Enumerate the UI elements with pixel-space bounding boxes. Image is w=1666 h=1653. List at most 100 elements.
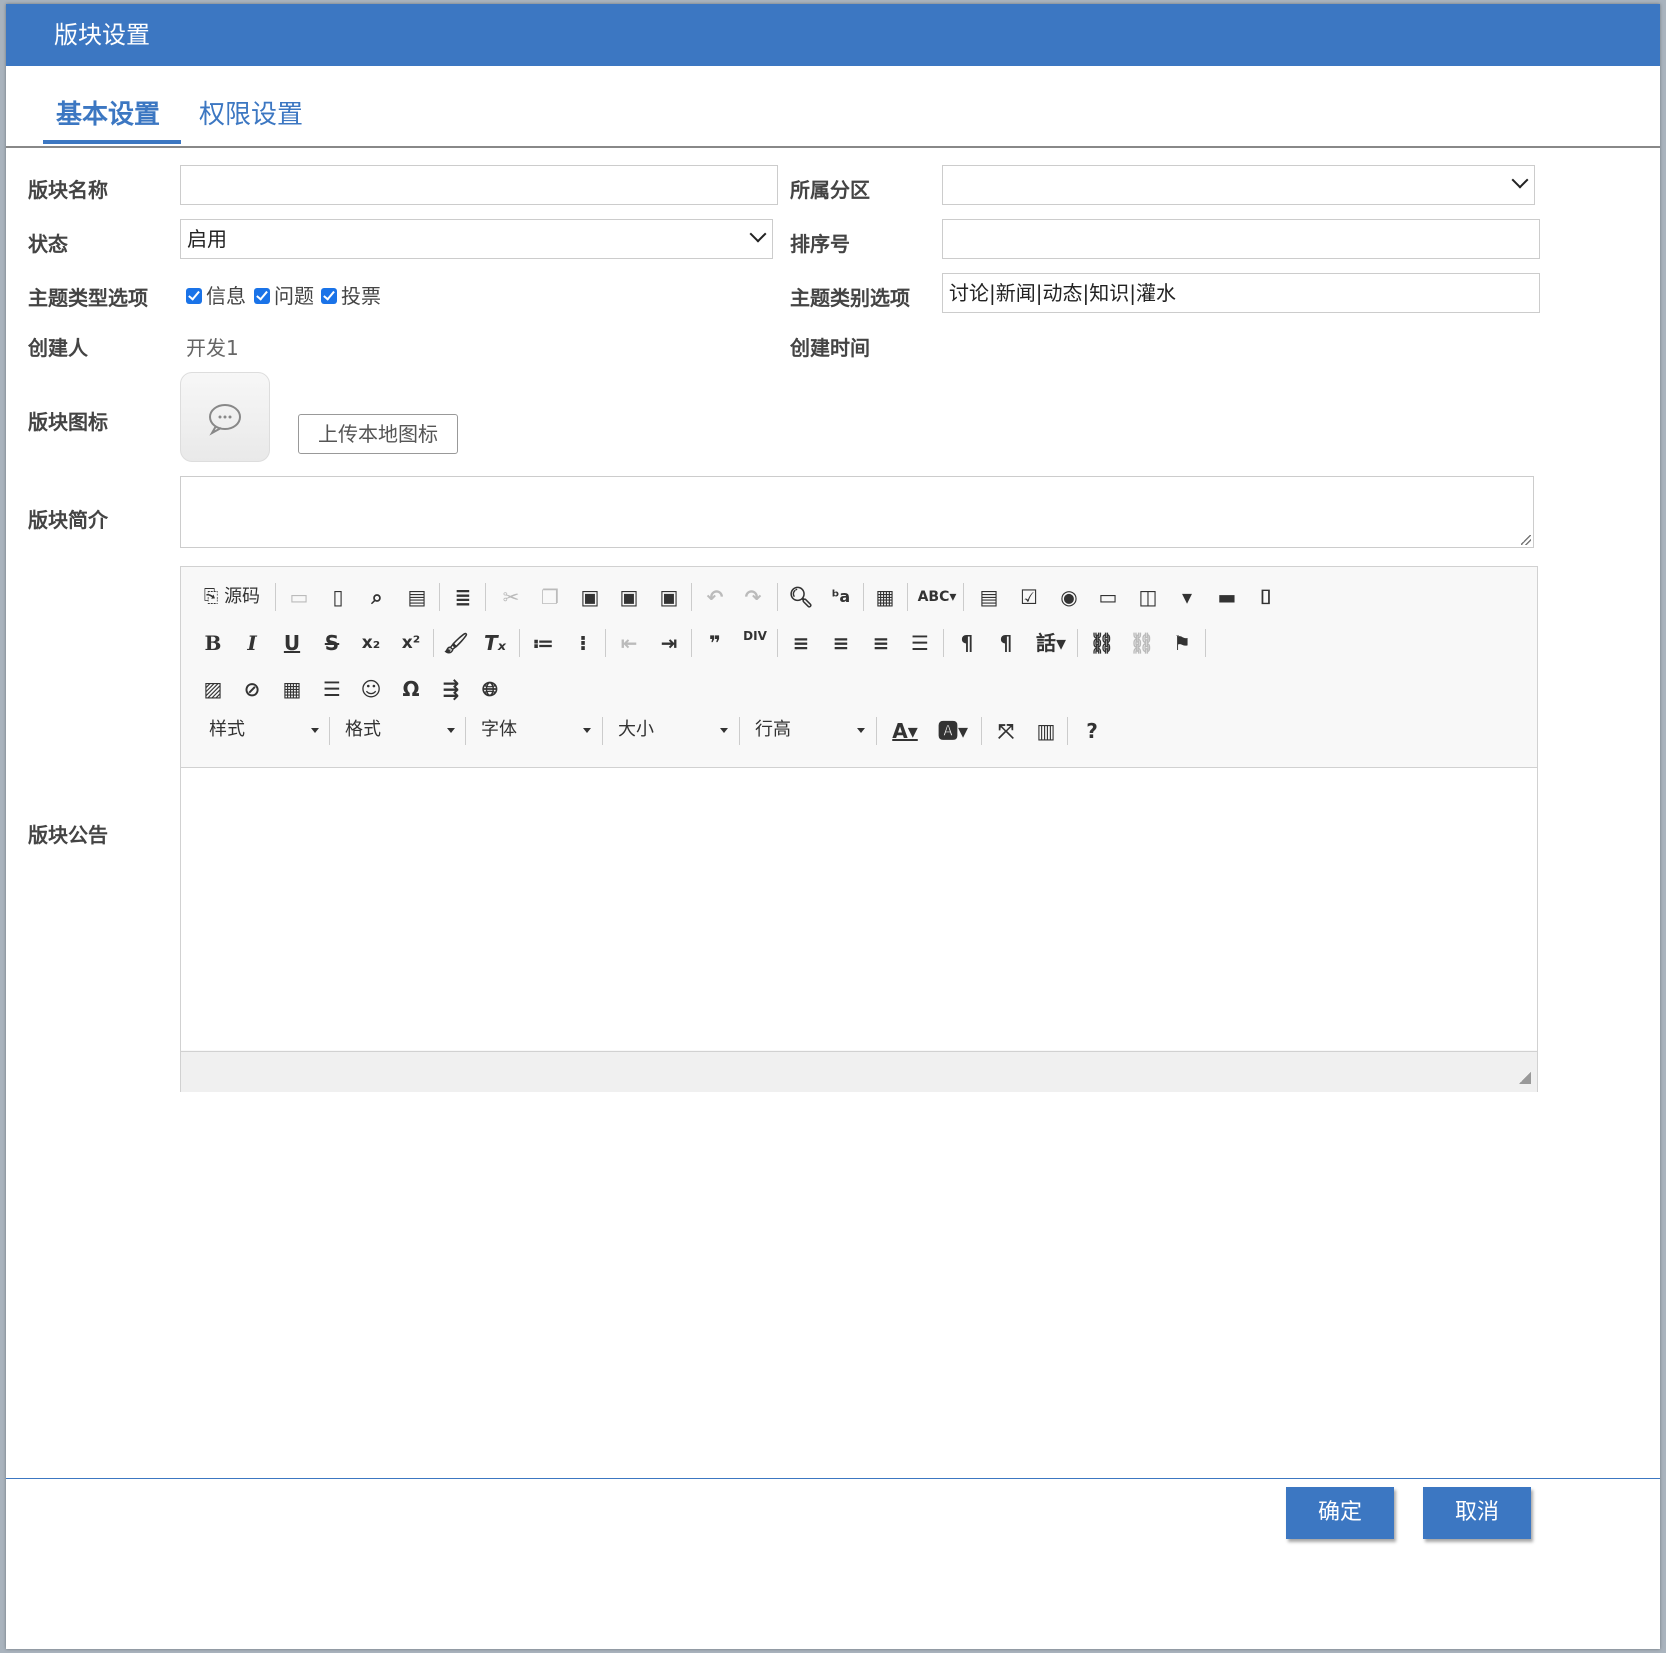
smiley-icon[interactable]: ☺ (357, 675, 385, 703)
zone-select[interactable] (942, 165, 1535, 205)
cancel-button[interactable]: 取消 (1423, 1487, 1531, 1539)
resize-grip-icon[interactable] (1519, 1072, 1531, 1084)
link-icon[interactable]: ⛓︎ (1088, 629, 1116, 657)
redo-icon[interactable]: ↷ (739, 583, 767, 611)
creator-label: 创建人 (28, 336, 88, 360)
size-dropdown[interactable]: 大小 (618, 715, 728, 745)
special-char-icon[interactable]: Ω (397, 675, 425, 703)
language-icon[interactable]: 話▾ (1031, 629, 1071, 657)
indent-icon[interactable]: ⇥ (655, 629, 683, 657)
checkbox-vote[interactable]: 投票 (321, 280, 381, 309)
image-icon[interactable]: ▨ (199, 675, 227, 703)
paste-text-icon[interactable]: ▣ (615, 583, 643, 611)
topic-categories-label: 主题类别选项 (790, 286, 910, 310)
spellcheck-icon[interactable]: ABC▾ (917, 583, 957, 611)
copy-format-icon[interactable]: 🖌︎ (442, 629, 470, 657)
bold-icon[interactable]: B (199, 629, 227, 657)
hidden-field-icon[interactable]: ⌷ (1252, 583, 1280, 611)
styles-dropdown[interactable]: 样式 (209, 715, 319, 745)
ltr-icon[interactable]: ¶ (953, 629, 981, 657)
save-icon[interactable]: ▭ (285, 583, 313, 611)
text-color-icon[interactable]: A▾ (887, 717, 923, 745)
remove-format-icon[interactable]: Tₓ (481, 629, 509, 657)
form-icon[interactable]: ▤ (975, 583, 1003, 611)
templates-icon[interactable]: ≣ (449, 583, 477, 611)
chat-bubble-icon (209, 404, 241, 436)
editor-content-area[interactable] (181, 768, 1537, 1050)
radio-icon[interactable]: ◉ (1055, 583, 1083, 611)
font-dropdown[interactable]: 字体 (481, 715, 591, 745)
paste-icon[interactable]: ▣ (576, 583, 604, 611)
bg-color-icon[interactable]: 🅰︎▾ (935, 717, 971, 745)
subscript-icon[interactable]: x₂ (357, 629, 385, 657)
source-icon: ⎘ (203, 586, 219, 607)
topic-categories-input[interactable]: 讨论|新闻|动态|知识|灌水 (942, 273, 1540, 313)
table-icon[interactable]: ▦ (278, 675, 306, 703)
select-all-icon[interactable]: ▦ (871, 583, 899, 611)
textarea-icon[interactable]: ◫ (1134, 583, 1162, 611)
replace-icon[interactable]: ᵇa (827, 583, 855, 611)
underline-icon[interactable]: U (278, 629, 306, 657)
board-intro-textarea[interactable] (180, 476, 1534, 548)
unlink-icon[interactable]: ⛓︎ (1128, 629, 1156, 657)
help-icon[interactable]: ? (1078, 717, 1106, 745)
creator-value: 开发1 (186, 336, 239, 360)
format-dropdown[interactable]: 格式 (345, 715, 455, 745)
status-label: 状态 (28, 232, 68, 256)
anchor-flag-icon[interactable]: ⚑ (1168, 629, 1196, 657)
align-center-icon[interactable]: ≡ (827, 629, 855, 657)
checkbox-info[interactable]: 信息 (186, 280, 246, 309)
show-blocks-icon[interactable]: ▥ (1032, 717, 1060, 745)
order-input[interactable] (942, 219, 1540, 259)
font-dropdown-label: 字体 (481, 719, 517, 740)
tab-basic-settings[interactable]: 基本设置 (56, 94, 160, 131)
order-label: 排序号 (790, 232, 850, 256)
outdent-icon[interactable]: ⇤ (615, 629, 643, 657)
bulleted-list-icon[interactable]: ⁝ (569, 629, 597, 657)
align-left-icon[interactable]: ≡ (787, 629, 815, 657)
superscript-icon[interactable]: x² (397, 629, 425, 657)
find-icon[interactable]: 🔍︎ (787, 583, 815, 611)
size-dropdown-label: 大小 (618, 719, 654, 740)
align-right-icon[interactable]: ≡ (867, 629, 895, 657)
upload-icon-button[interactable]: 上传本地图标 (298, 414, 458, 454)
preview-icon[interactable]: ⌕ (363, 583, 391, 611)
print-icon[interactable]: ▤ (403, 583, 431, 611)
paste-word-icon[interactable]: ▣ (655, 583, 683, 611)
flash-icon[interactable]: ⊘ (238, 675, 266, 703)
checkbox-vote-label: 投票 (341, 284, 381, 308)
new-page-icon[interactable]: ▯ (324, 583, 352, 611)
line-height-dropdown[interactable]: 行高 (755, 715, 865, 745)
italic-icon[interactable]: I (238, 629, 266, 657)
rtl-icon[interactable]: ¶ (992, 629, 1020, 657)
select-field-icon[interactable]: ▾ (1173, 583, 1201, 611)
iframe-globe-icon[interactable]: 🌐︎ (476, 675, 504, 703)
checkbox-icon[interactable]: ☑ (1015, 583, 1043, 611)
zone-label: 所属分区 (790, 178, 870, 202)
status-select[interactable]: 启用 (180, 219, 773, 259)
source-button[interactable]: ⎘ 源码 (199, 583, 265, 611)
undo-icon[interactable]: ↶ (701, 583, 729, 611)
chevron-down-icon (1511, 171, 1529, 189)
rich-text-editor: ⎘ 源码 ▭ ▯ ⌕ ▤ ≣ ✂ ❐ ▣ ▣ ▣ ↶ ↷ 🔍︎ ᵇa ▦ ABC… (180, 566, 1538, 1092)
board-name-input[interactable] (180, 165, 778, 205)
board-icon-preview (180, 372, 270, 462)
resize-grip-icon[interactable] (1521, 535, 1531, 545)
copy-icon[interactable]: ❐ (536, 583, 564, 611)
checkbox-question[interactable]: 问题 (254, 280, 314, 309)
tab-permission-settings[interactable]: 权限设置 (199, 94, 303, 131)
text-field-icon[interactable]: ▭ (1094, 583, 1122, 611)
button-field-icon[interactable]: ▬ (1213, 583, 1241, 611)
ok-button[interactable]: 确定 (1286, 1487, 1394, 1539)
active-tab-indicator (43, 140, 181, 144)
page-break-icon[interactable]: ⇶ (437, 675, 465, 703)
horizontal-rule-icon[interactable]: ☰ (318, 675, 346, 703)
strikethrough-icon[interactable]: S (318, 629, 346, 657)
cut-icon[interactable]: ✂ (497, 583, 525, 611)
maximize-icon[interactable]: ⤧ (992, 717, 1020, 745)
numbered-list-icon[interactable]: ≔ (529, 629, 557, 657)
div-container-icon[interactable]: DIV (741, 629, 769, 657)
line-height-dropdown-label: 行高 (755, 719, 791, 740)
justify-icon[interactable]: ☰ (906, 629, 934, 657)
blockquote-icon[interactable]: ❞ (701, 629, 729, 657)
